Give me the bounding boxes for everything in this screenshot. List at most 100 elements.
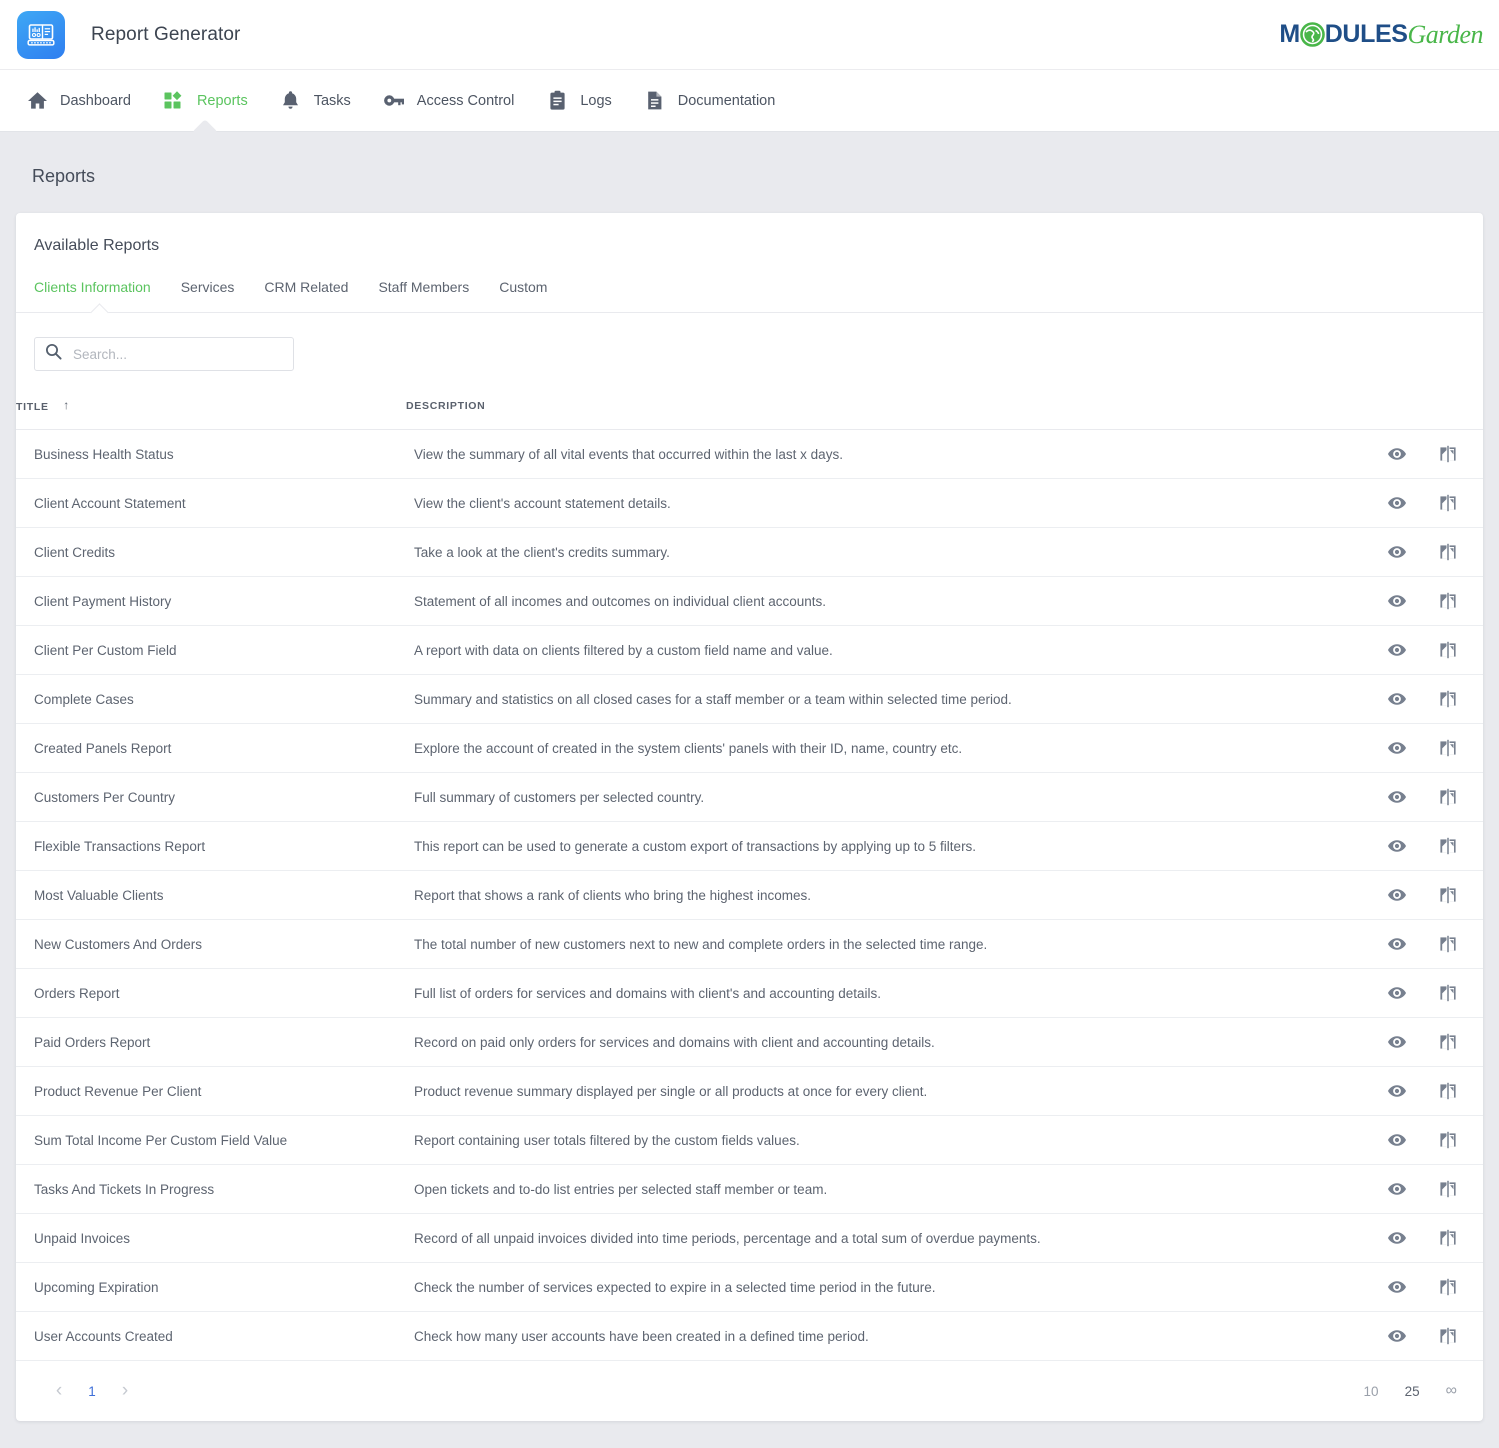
generate-report-button[interactable]: [1437, 884, 1459, 906]
generate-report-button[interactable]: [1437, 933, 1459, 955]
column-header-title-label: TITLE: [16, 401, 49, 413]
table-row[interactable]: Orders ReportFull list of orders for ser…: [16, 969, 1483, 1018]
generate-report-button[interactable]: [1437, 1031, 1459, 1053]
generate-report-button[interactable]: [1437, 443, 1459, 465]
table-row[interactable]: Most Valuable ClientsReport that shows a…: [16, 871, 1483, 920]
generate-report-button[interactable]: [1437, 1129, 1459, 1151]
report-actions-cell: [1323, 920, 1483, 969]
nav-item-access-control[interactable]: Access Control: [367, 70, 531, 132]
preview-report-button[interactable]: [1386, 982, 1408, 1004]
generate-report-button[interactable]: [1437, 688, 1459, 710]
search-box[interactable]: [34, 337, 294, 371]
preview-report-button[interactable]: [1386, 1227, 1408, 1249]
generate-report-button[interactable]: [1437, 737, 1459, 759]
nav-label-reports: Reports: [197, 93, 248, 109]
preview-report-button[interactable]: [1386, 1031, 1408, 1053]
table-row[interactable]: Tasks And Tickets In ProgressOpen ticket…: [16, 1165, 1483, 1214]
generate-report-button[interactable]: [1437, 1325, 1459, 1347]
table-row[interactable]: New Customers And OrdersThe total number…: [16, 920, 1483, 969]
page-size-10[interactable]: 10: [1364, 1384, 1379, 1399]
nav-label-access-control: Access Control: [417, 93, 515, 109]
column-header-title[interactable]: TITLE ↑: [16, 398, 406, 430]
table-row[interactable]: Upcoming ExpirationCheck the number of s…: [16, 1263, 1483, 1312]
preview-report-button[interactable]: [1386, 835, 1408, 857]
generate-report-button[interactable]: [1437, 541, 1459, 563]
table-row[interactable]: Client Per Custom FieldA report with dat…: [16, 626, 1483, 675]
page-title: Reports: [16, 132, 1483, 213]
pagination-next-button[interactable]: ›: [112, 1380, 138, 1402]
report-description-cell: Product revenue summary displayed per si…: [406, 1067, 1323, 1116]
preview-report-button[interactable]: [1386, 688, 1408, 710]
table-row[interactable]: Sum Total Income Per Custom Field ValueR…: [16, 1116, 1483, 1165]
preview-report-button[interactable]: [1386, 492, 1408, 514]
table-row[interactable]: Product Revenue Per ClientProduct revenu…: [16, 1067, 1483, 1116]
tab-crm-related[interactable]: CRM Related: [249, 275, 363, 312]
tab-clients-information[interactable]: Clients Information: [34, 275, 166, 312]
preview-report-button[interactable]: [1386, 541, 1408, 563]
nav-item-logs[interactable]: Logs: [530, 70, 627, 132]
table-row[interactable]: Client Account StatementView the client'…: [16, 479, 1483, 528]
preview-report-button[interactable]: [1386, 1178, 1408, 1200]
table-row[interactable]: Paid Orders ReportRecord on paid only or…: [16, 1018, 1483, 1067]
generate-report-button[interactable]: [1437, 492, 1459, 514]
table-row[interactable]: Flexible Transactions ReportThis report …: [16, 822, 1483, 871]
preview-report-button[interactable]: [1386, 639, 1408, 661]
report-title-cell: Orders Report: [16, 969, 406, 1018]
column-header-actions: [1323, 398, 1483, 430]
generate-report-button[interactable]: [1437, 982, 1459, 1004]
table-row[interactable]: Unpaid InvoicesRecord of all unpaid invo…: [16, 1214, 1483, 1263]
generate-report-button[interactable]: [1437, 1227, 1459, 1249]
report-description-cell: Full list of orders for services and dom…: [406, 969, 1323, 1018]
tab-staff-members[interactable]: Staff Members: [363, 275, 484, 312]
sort-ascending-icon[interactable]: ↑: [63, 398, 70, 412]
report-description-cell: Open tickets and to-do list entries per …: [406, 1165, 1323, 1214]
tab-services[interactable]: Services: [166, 275, 250, 312]
generate-report-button[interactable]: [1437, 1276, 1459, 1298]
search-input[interactable]: [73, 347, 283, 362]
report-actions-cell: [1323, 430, 1483, 479]
table-row[interactable]: Client Payment HistoryStatement of all i…: [16, 577, 1483, 626]
home-icon: [26, 90, 48, 112]
column-header-description[interactable]: DESCRIPTION: [406, 398, 1323, 430]
nav-item-reports[interactable]: Reports: [147, 70, 264, 132]
page-size-all[interactable]: ∞: [1446, 1382, 1457, 1400]
preview-report-button[interactable]: [1386, 933, 1408, 955]
preview-report-button[interactable]: [1386, 590, 1408, 612]
preview-report-button[interactable]: [1386, 1080, 1408, 1102]
pagination-prev-button[interactable]: ‹: [46, 1380, 72, 1402]
table-row[interactable]: Client CreditsTake a look at the client'…: [16, 528, 1483, 577]
page-size-selector: 10 25 ∞: [1364, 1382, 1457, 1400]
modulesgarden-logo: M DULES Garden: [1279, 15, 1483, 55]
table-row[interactable]: Complete CasesSummary and statistics on …: [16, 675, 1483, 724]
generate-report-button[interactable]: [1437, 1080, 1459, 1102]
preview-report-button[interactable]: [1386, 786, 1408, 808]
preview-report-button[interactable]: [1386, 884, 1408, 906]
table-row[interactable]: User Accounts CreatedCheck how many user…: [16, 1312, 1483, 1361]
tab-label: Services: [181, 279, 235, 295]
report-description-cell: This report can be used to generate a cu…: [406, 822, 1323, 871]
preview-report-button[interactable]: [1386, 1129, 1408, 1151]
nav-item-documentation[interactable]: Documentation: [628, 70, 792, 132]
tab-custom[interactable]: Custom: [484, 275, 562, 312]
nav-item-dashboard[interactable]: Dashboard: [10, 70, 147, 132]
preview-report-button[interactable]: [1386, 1325, 1408, 1347]
report-title-cell: Product Revenue Per Client: [16, 1067, 406, 1116]
nav-item-tasks[interactable]: Tasks: [264, 70, 367, 132]
generate-report-button[interactable]: [1437, 1178, 1459, 1200]
preview-report-button[interactable]: [1386, 737, 1408, 759]
preview-report-button[interactable]: [1386, 1276, 1408, 1298]
tab-label: Clients Information: [34, 279, 151, 295]
pagination-page-1[interactable]: 1: [72, 1384, 112, 1399]
table-row[interactable]: Business Health StatusView the summary o…: [16, 430, 1483, 479]
preview-report-button[interactable]: [1386, 443, 1408, 465]
generate-report-button[interactable]: [1437, 590, 1459, 612]
table-head: TITLE ↑ DESCRIPTION: [16, 398, 1483, 430]
table-row[interactable]: Customers Per CountryFull summary of cus…: [16, 773, 1483, 822]
report-actions-cell: [1323, 626, 1483, 675]
generate-report-button[interactable]: [1437, 786, 1459, 808]
table-row[interactable]: Created Panels ReportExplore the account…: [16, 724, 1483, 773]
generate-report-button[interactable]: [1437, 835, 1459, 857]
generate-report-button[interactable]: [1437, 639, 1459, 661]
report-title-cell: Upcoming Expiration: [16, 1263, 406, 1312]
page-size-25[interactable]: 25: [1405, 1384, 1420, 1399]
